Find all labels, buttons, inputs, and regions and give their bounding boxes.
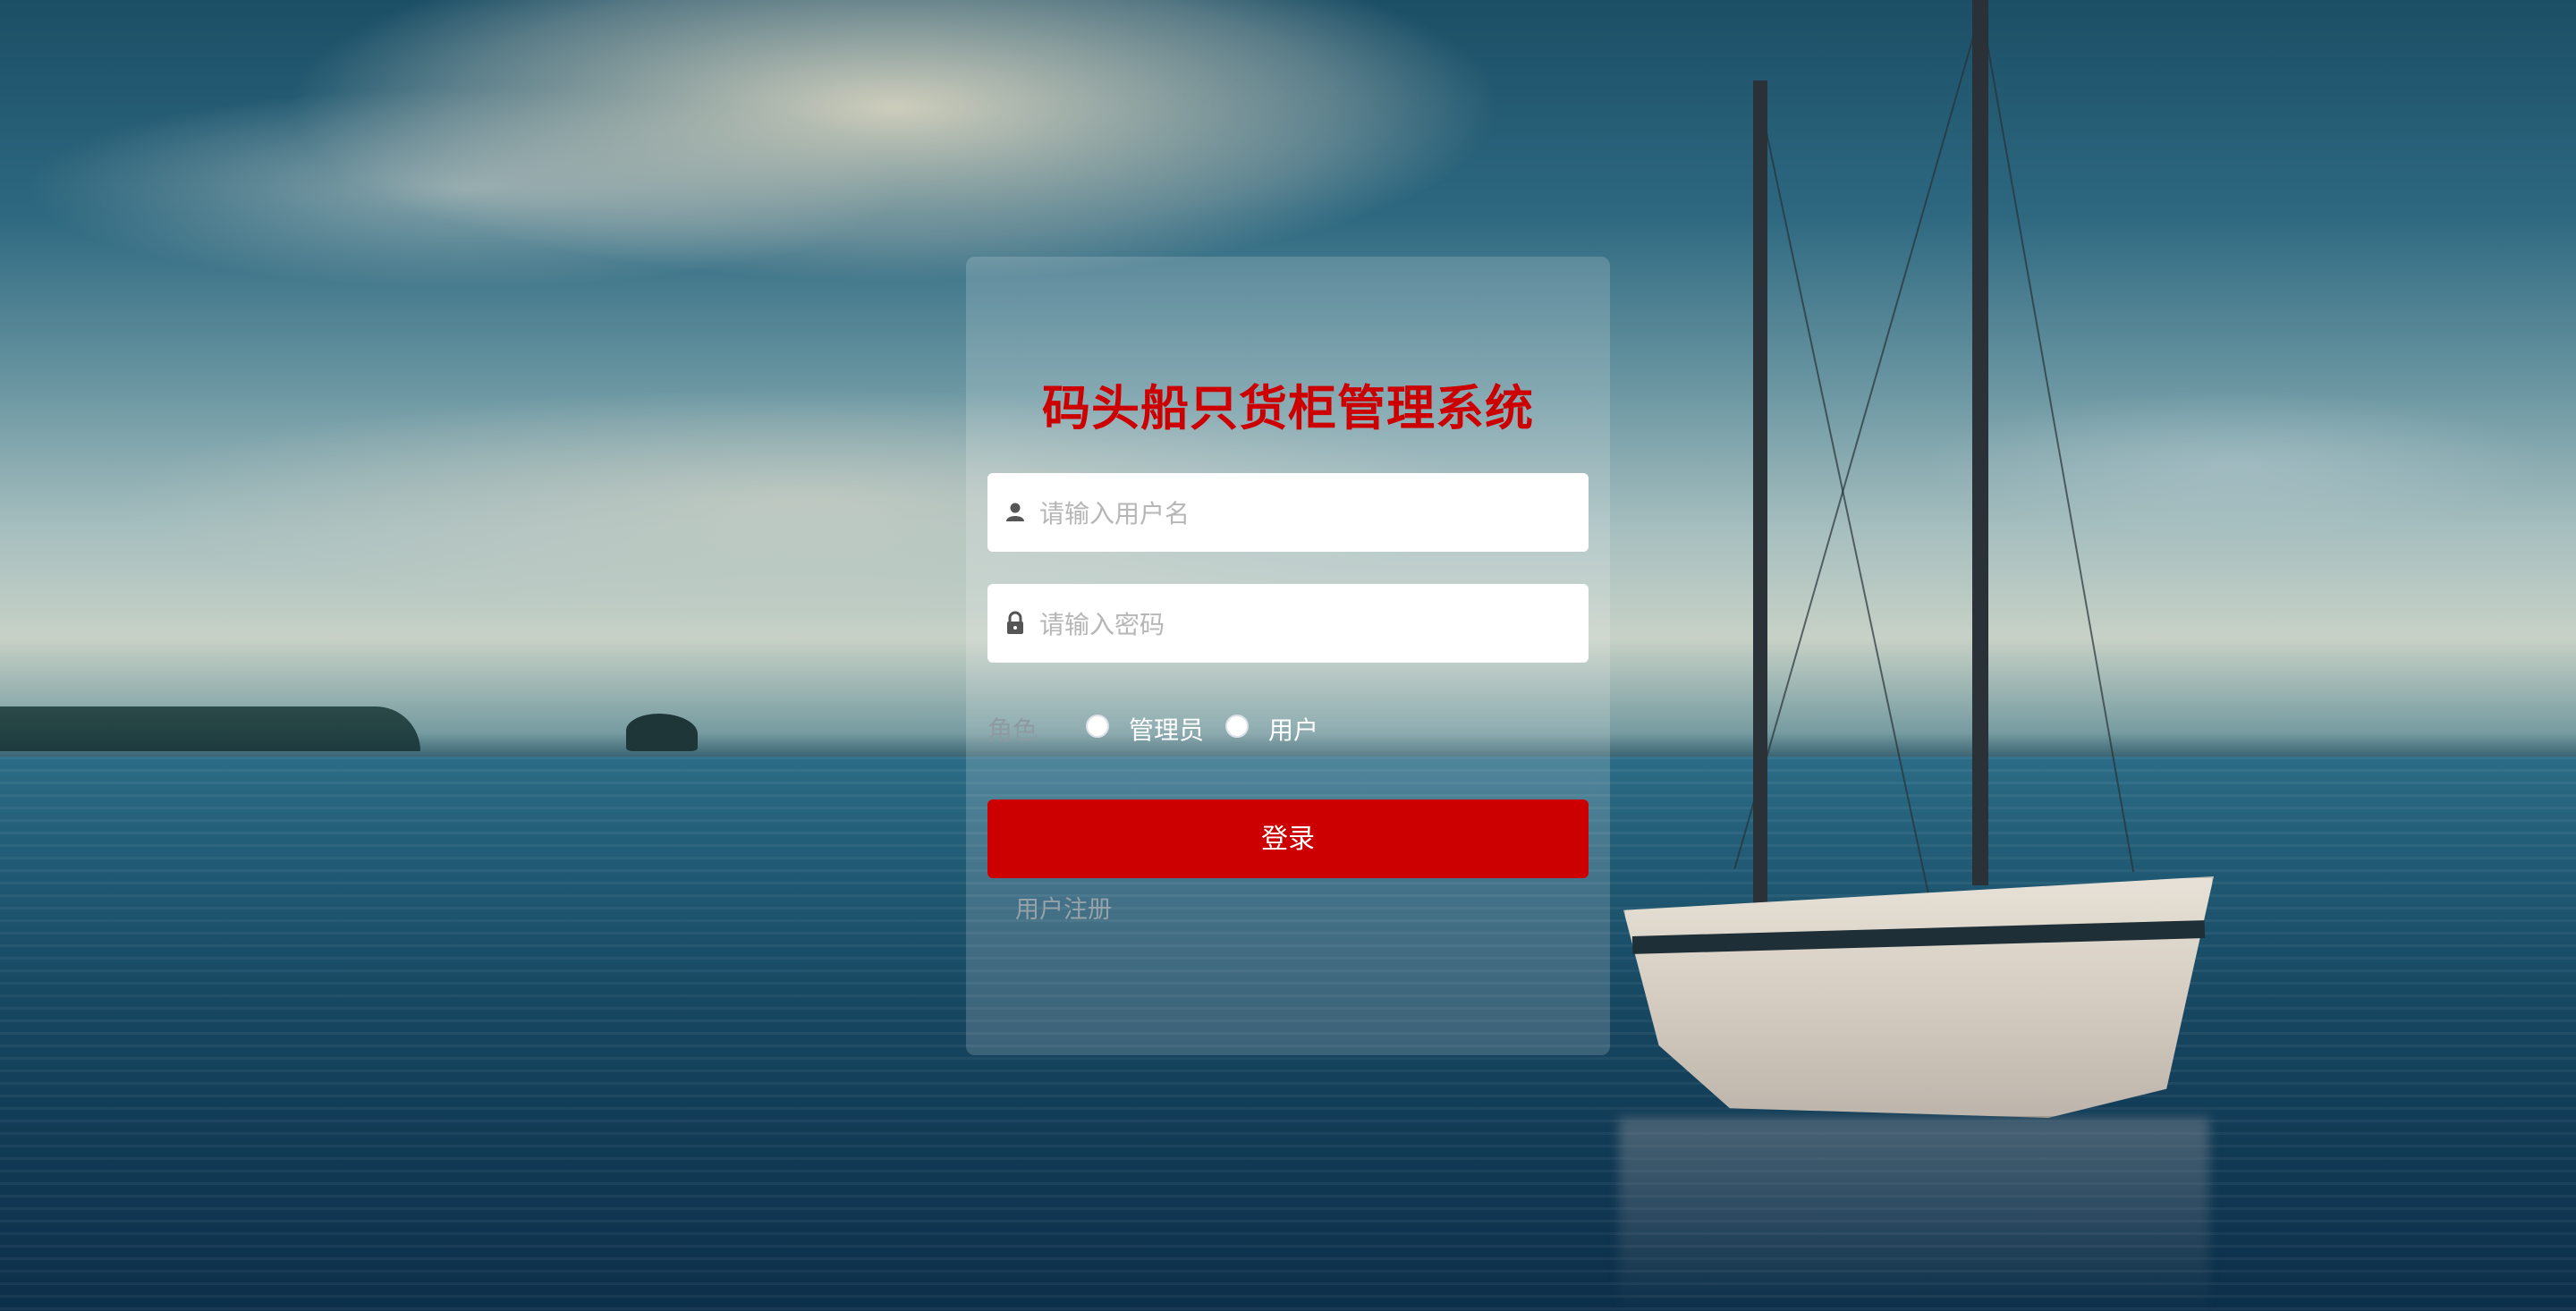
password-input[interactable] bbox=[1038, 584, 1578, 664]
user-icon bbox=[1006, 503, 1024, 521]
role-option-user-label[interactable]: 用户 bbox=[1268, 711, 1318, 747]
sailboat-hull bbox=[1623, 876, 2214, 1118]
password-field[interactable] bbox=[987, 584, 1589, 664]
rock-island bbox=[626, 714, 698, 751]
login-button[interactable]: 登录 bbox=[987, 799, 1589, 878]
shoreline bbox=[0, 706, 420, 751]
register-link[interactable]: 用户注册 bbox=[1015, 890, 1112, 925]
page-title: 码头船只货柜管理系统 bbox=[1042, 380, 1534, 436]
boat-reflection bbox=[1619, 1118, 2209, 1311]
username-field[interactable] bbox=[987, 473, 1589, 554]
login-panel: 码头船只货柜管理系统 角色 管理员 用户 登录 用户注册 bbox=[966, 257, 1610, 1055]
role-radio-admin[interactable] bbox=[1086, 715, 1109, 738]
role-option-admin-label[interactable]: 管理员 bbox=[1129, 711, 1204, 747]
role-label: 角色 bbox=[987, 715, 1038, 745]
role-radio-user[interactable] bbox=[1225, 715, 1249, 738]
role-selector: 角色 管理员 用户 bbox=[987, 704, 1589, 749]
lock-icon bbox=[1007, 611, 1023, 634]
sailboat-mast-main bbox=[1972, 0, 1988, 885]
username-input[interactable] bbox=[1038, 473, 1578, 554]
